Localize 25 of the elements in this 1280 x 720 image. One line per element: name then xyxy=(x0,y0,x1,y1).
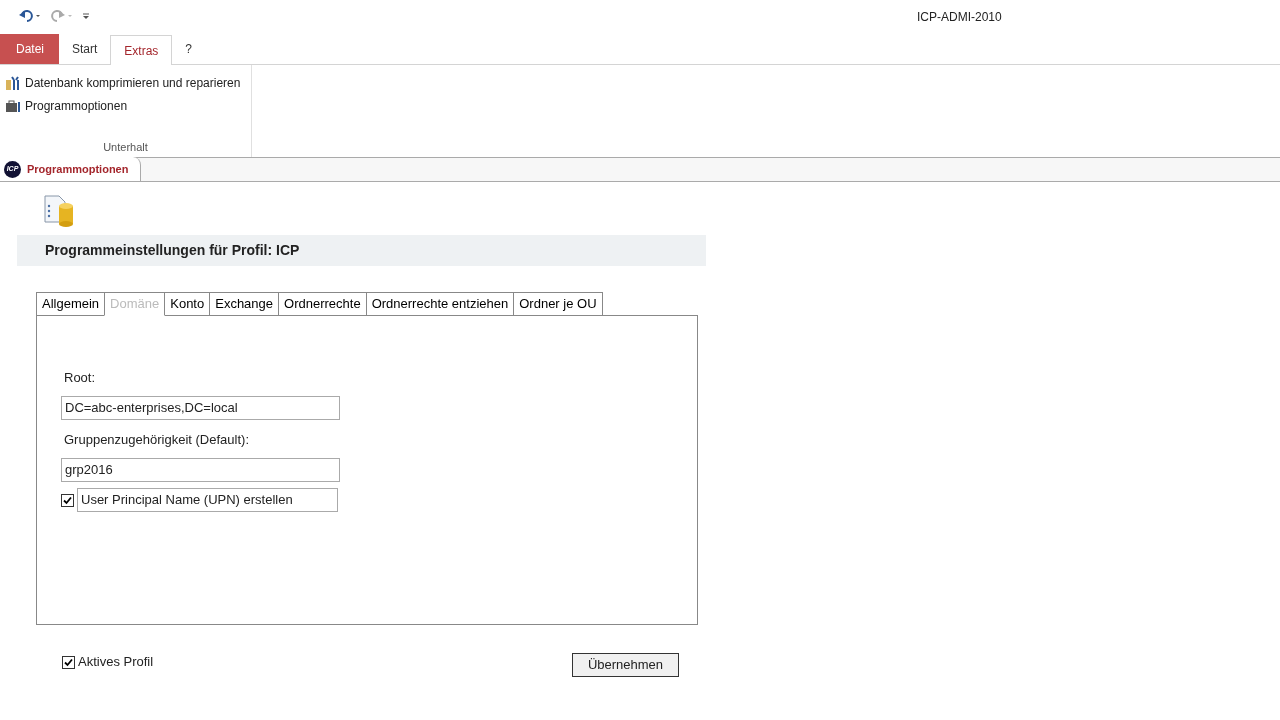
ribbon-tab[interactable]: Extras xyxy=(110,35,173,65)
checkbox[interactable] xyxy=(62,655,75,669)
ribbon-tab[interactable]: Datei xyxy=(0,34,59,64)
checkbox-label: Aktives Profil xyxy=(78,653,154,672)
undo-icon[interactable] xyxy=(18,9,42,23)
checkbox-label: User Principal Name (UPN) erstellen xyxy=(77,488,338,512)
toolbox-icon xyxy=(5,98,22,113)
tab[interactable]: Ordner je OU xyxy=(513,292,603,316)
field-label: Root: xyxy=(64,369,97,387)
ribbon-button[interactable]: Datenbank komprimieren und reparieren xyxy=(5,71,246,94)
text-field[interactable]: DC=abc-enterprises,DC=local xyxy=(61,396,340,420)
check-icon xyxy=(64,657,73,667)
window-title: ICP-ADMI-2010 xyxy=(917,9,1002,26)
ribbon-button[interactable]: Programmoptionen xyxy=(5,94,246,117)
check-icon xyxy=(63,495,72,505)
ribbon-group-label: Unterhalt xyxy=(102,139,149,155)
customize-icon[interactable] xyxy=(82,12,90,20)
ribbon-tab[interactable]: ? xyxy=(172,34,206,64)
checkbox[interactable] xyxy=(61,493,74,507)
ribbon-tab[interactable]: Start xyxy=(59,34,111,64)
field-label: Gruppenzugehörigkeit (Default): xyxy=(64,431,250,449)
tools-icon xyxy=(5,75,22,90)
header-title: Programmeinstellungen für Profil: ICP xyxy=(45,241,300,260)
apply-button[interactable]: Übernehmen xyxy=(572,653,679,677)
text-field[interactable]: grp2016 xyxy=(61,458,340,482)
